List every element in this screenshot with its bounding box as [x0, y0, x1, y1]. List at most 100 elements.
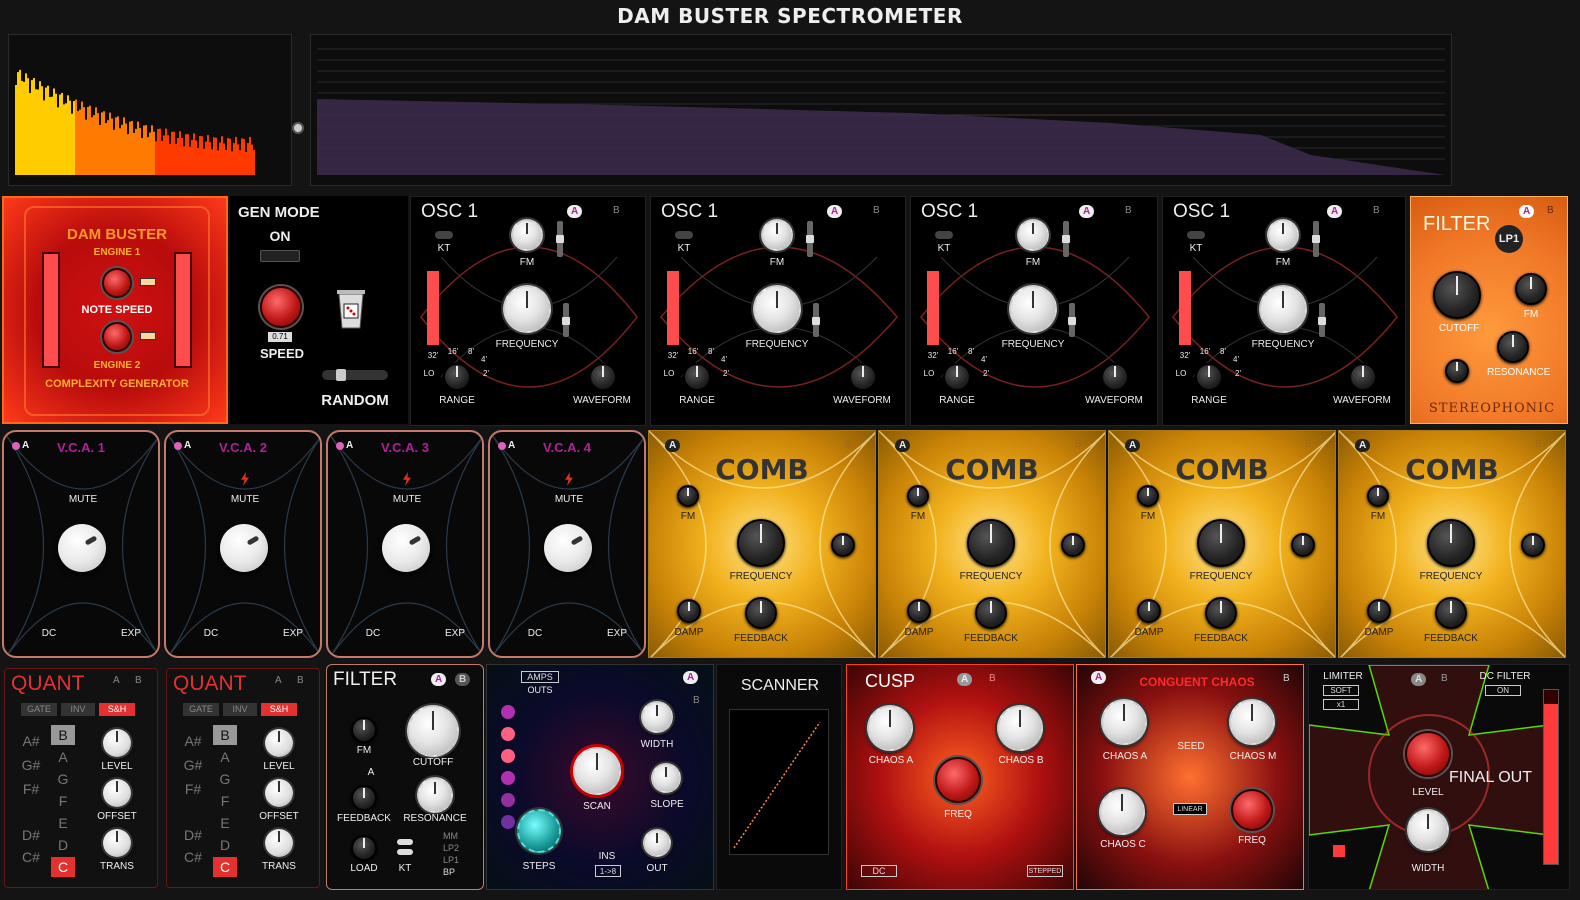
quant-natural-note[interactable]: G — [213, 769, 237, 789]
chaos-b-label[interactable]: B — [1283, 673, 1290, 684]
comb-damp-knob[interactable] — [677, 599, 701, 623]
slope-knob[interactable] — [651, 763, 681, 793]
chaos-m-knob[interactable] — [1229, 699, 1275, 745]
comb-b-label[interactable]: B — [845, 439, 852, 450]
waveform-knob[interactable] — [1349, 363, 1377, 391]
filter-top-b-label[interactable]: B — [1547, 205, 1554, 216]
filter-mode-button[interactable]: LP1 — [1495, 225, 1523, 253]
vca-level-knob[interactable] — [58, 524, 106, 572]
linear-button[interactable]: LINEAR — [1173, 803, 1207, 815]
final-b-label[interactable]: B — [1441, 673, 1448, 684]
offset-knob[interactable] — [103, 779, 131, 807]
ins-selector[interactable]: 1->8 — [595, 865, 621, 877]
quant-a-label[interactable]: A — [113, 675, 120, 686]
quant-sharp-note[interactable]: C# — [19, 849, 43, 865]
scanner-b-label[interactable]: B — [693, 695, 700, 706]
sh-tab[interactable]: S&H — [99, 703, 135, 716]
filter-top-a-badge[interactable]: A — [1519, 205, 1535, 218]
frequency-slider[interactable] — [562, 303, 570, 337]
quant-sharp-note[interactable]: G# — [181, 757, 205, 773]
offset-knob[interactable] — [265, 779, 293, 807]
range-knob[interactable] — [683, 363, 711, 391]
cusp-b-label[interactable]: B — [989, 673, 996, 684]
comb-b-label[interactable]: B — [1535, 439, 1542, 450]
comb-feedback-knob[interactable] — [1205, 597, 1237, 629]
quant-sharp-note[interactable]: D# — [19, 827, 43, 843]
comb-fm-knob[interactable] — [1367, 485, 1389, 507]
comb-frequency-knob[interactable] — [1427, 519, 1475, 567]
filter-bottom-b-badge[interactable]: B — [455, 673, 471, 686]
quant-natural-note[interactable]: F — [51, 791, 75, 811]
comb-damp-knob[interactable] — [1137, 599, 1161, 623]
chaos-a-badge[interactable]: A — [1091, 671, 1107, 684]
comb-b-label[interactable]: B — [1075, 439, 1082, 450]
chaos-a-knob[interactable] — [1101, 699, 1147, 745]
osc-a-badge[interactable]: A — [567, 205, 583, 218]
osc-b-label[interactable]: B — [613, 205, 620, 216]
fm-slider[interactable] — [556, 221, 564, 257]
osc-b-label[interactable]: B — [1373, 205, 1380, 216]
fm-slider[interactable] — [1062, 221, 1070, 257]
quant-natural-note[interactable]: C — [51, 857, 75, 877]
random-slider[interactable] — [322, 369, 388, 381]
frequency-slider[interactable] — [1318, 303, 1326, 337]
waveform-knob[interactable] — [849, 363, 877, 391]
trans-knob[interactable] — [265, 829, 293, 857]
comb-damp-knob[interactable] — [907, 599, 931, 623]
filter-mode-lp2[interactable]: LP2 — [443, 843, 465, 853]
dc-filter-on-button[interactable]: ON — [1485, 685, 1521, 696]
gen-mode-toggle[interactable] — [260, 250, 300, 262]
filter-mode-bp[interactable]: BP — [443, 867, 465, 877]
cusp-dc-button[interactable]: DC — [861, 865, 897, 877]
quant-natural-note[interactable]: D — [213, 835, 237, 855]
kt-toggle[interactable] — [935, 231, 953, 239]
kt-toggle[interactable] — [675, 231, 693, 239]
quant-natural-note[interactable]: E — [51, 813, 75, 833]
out-knob[interactable] — [643, 829, 671, 857]
osc-b-label[interactable]: B — [873, 205, 880, 216]
gate-tab[interactable]: GATE — [21, 703, 57, 716]
frequency-slider[interactable] — [812, 303, 820, 337]
filter-small-knob[interactable] — [1445, 359, 1469, 383]
comb-a-badge[interactable]: A — [895, 439, 911, 452]
chaos-freq-knob[interactable] — [1231, 789, 1273, 831]
gate-tab[interactable]: GATE — [183, 703, 219, 716]
resonance-knob[interactable] — [1497, 331, 1529, 363]
quant-sharp-note[interactable]: A# — [19, 733, 43, 749]
quant-natural-note[interactable]: A — [51, 747, 75, 767]
spectrum-handle[interactable] — [292, 122, 304, 134]
filter-mode-mm[interactable]: MM — [443, 831, 465, 841]
comb-small-knob[interactable] — [831, 533, 855, 557]
quant-a-label[interactable]: A — [275, 675, 282, 686]
quant-sharp-note[interactable]: C# — [181, 849, 205, 865]
comb-a-badge[interactable]: A — [1125, 439, 1141, 452]
cutoff-knob[interactable] — [1433, 271, 1481, 319]
engine2-knob[interactable] — [102, 322, 132, 352]
kt-switch-2[interactable] — [397, 849, 413, 855]
comb-frequency-knob[interactable] — [737, 519, 785, 567]
comb-damp-knob[interactable] — [1367, 599, 1391, 623]
fm-knob[interactable] — [1267, 219, 1299, 251]
comb-small-knob[interactable] — [1291, 533, 1315, 557]
comb-small-knob[interactable] — [1521, 533, 1545, 557]
width-knob[interactable] — [641, 701, 673, 733]
comb-a-badge[interactable]: A — [665, 439, 681, 452]
speed-knob[interactable] — [260, 286, 302, 328]
comb-fm-knob[interactable] — [677, 485, 699, 507]
comb-small-knob[interactable] — [1061, 533, 1085, 557]
quant-natural-note[interactable]: F — [213, 791, 237, 811]
quant-natural-note[interactable]: B — [51, 725, 75, 745]
cusp-stepped-button[interactable]: STEPPED — [1027, 865, 1063, 877]
amps-button[interactable]: AMPS — [521, 671, 559, 683]
fm-knob[interactable] — [1017, 219, 1049, 251]
quant-natural-note[interactable]: E — [213, 813, 237, 833]
kt-toggle[interactable] — [1187, 231, 1205, 239]
fm-knob[interactable] — [761, 219, 793, 251]
cusp-chaos-a-knob[interactable] — [867, 705, 913, 751]
osc-b-label[interactable]: B — [1125, 205, 1132, 216]
filter-bottom-a-badge[interactable]: A — [431, 673, 447, 686]
level-knob[interactable] — [265, 729, 293, 757]
inv-tab[interactable]: INV — [61, 703, 95, 716]
comb-b-label[interactable]: B — [1305, 439, 1312, 450]
chaos-c-knob[interactable] — [1099, 789, 1145, 835]
